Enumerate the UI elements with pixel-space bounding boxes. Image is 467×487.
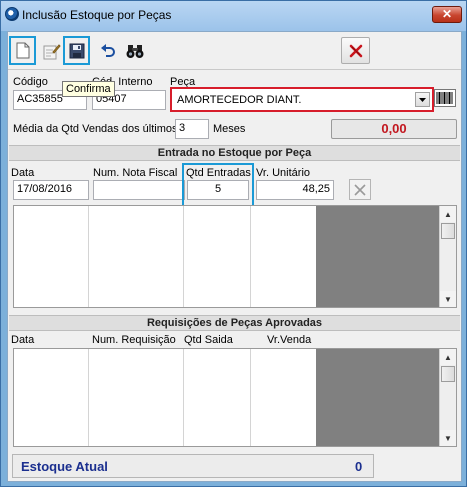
estoque-atual-value: 0	[355, 459, 363, 474]
new-button[interactable]	[9, 36, 36, 65]
scroll-down-icon[interactable]: ▼	[440, 291, 456, 307]
barcode-icon	[434, 89, 456, 107]
scroll-up-icon[interactable]: ▲	[440, 206, 456, 222]
close-button[interactable]: ✕	[432, 6, 462, 23]
save-button[interactable]	[63, 36, 90, 65]
requisicoes-section-header: Requisições de Peças Aprovadas	[9, 315, 460, 331]
edit-button[interactable]	[40, 39, 64, 63]
nota-fiscal-label: Num. Nota Fiscal	[93, 167, 178, 179]
nota-fiscal-field[interactable]	[93, 180, 185, 200]
red-x-icon	[349, 44, 362, 57]
req-col-num-requisicao: Num. Requisição	[92, 334, 176, 346]
req-col-vr-venda: Vr.Venda	[267, 334, 312, 346]
barcode-button[interactable]	[434, 88, 456, 108]
peca-select[interactable]: AMORTECEDOR DIANT.	[170, 87, 434, 112]
requisicoes-grid[interactable]: ▲ ▼	[13, 348, 457, 447]
undo-button[interactable]	[96, 39, 120, 63]
chevron-down-icon[interactable]	[415, 92, 430, 107]
meses-label: Meses	[213, 123, 246, 135]
app-window: Inclusão Estoque por Peças ✕ Confirma Có…	[0, 0, 467, 487]
media-total: 0,00	[331, 119, 457, 139]
cancel-button[interactable]	[341, 37, 370, 64]
entrada-grid[interactable]: ▲ ▼	[13, 205, 457, 308]
data-field[interactable]: 17/08/2016	[13, 180, 89, 200]
valor-unitario-label: Vr. Unitário	[256, 167, 311, 179]
peca-value: AMORTECEDOR DIANT.	[177, 94, 302, 106]
document-icon	[16, 42, 29, 59]
close-icon	[354, 183, 366, 196]
requisicoes-scrollbar[interactable]: ▲ ▼	[439, 349, 456, 446]
search-button[interactable]	[123, 39, 147, 63]
meses-field[interactable]: 3	[175, 119, 209, 139]
estoque-atual-bar: Estoque Atual 0	[12, 454, 374, 478]
entrada-section-header: Entrada no Estoque por Peça	[9, 145, 460, 161]
qtd-entradas-label: Qtd Entradas	[186, 167, 251, 179]
entrada-scrollbar[interactable]: ▲ ▼	[439, 206, 456, 307]
save-tooltip: Confirma	[62, 81, 115, 97]
estoque-atual-label: Estoque Atual	[21, 459, 108, 474]
scroll-down-icon[interactable]: ▼	[440, 430, 456, 446]
clear-entry-button[interactable]	[349, 179, 371, 200]
valor-unitario-field[interactable]: 48,25	[256, 180, 334, 200]
scroll-thumb[interactable]	[441, 223, 455, 239]
data-label: Data	[11, 167, 35, 179]
codigo-label: Código	[13, 76, 48, 88]
scroll-up-icon[interactable]: ▲	[440, 349, 456, 365]
title-bar[interactable]: Inclusão Estoque por Peças ✕	[1, 1, 466, 31]
scroll-thumb[interactable]	[441, 366, 455, 382]
form-body: Confirma Código AC35855 Cód. Interno 054…	[7, 31, 462, 482]
media-label: Média da Qtd Vendas dos últimos	[13, 123, 178, 135]
app-icon	[5, 7, 19, 21]
toolbar	[8, 32, 461, 70]
req-col-qtd-saida: Qtd Saida	[184, 334, 233, 346]
binoculars-icon	[126, 44, 144, 58]
window-title: Inclusão Estoque por Peças	[22, 8, 172, 22]
qtd-entradas-field[interactable]: 5	[187, 180, 249, 200]
save-icon	[69, 43, 84, 58]
undo-icon	[101, 44, 115, 57]
req-col-data: Data	[11, 334, 35, 346]
edit-icon	[43, 43, 61, 59]
